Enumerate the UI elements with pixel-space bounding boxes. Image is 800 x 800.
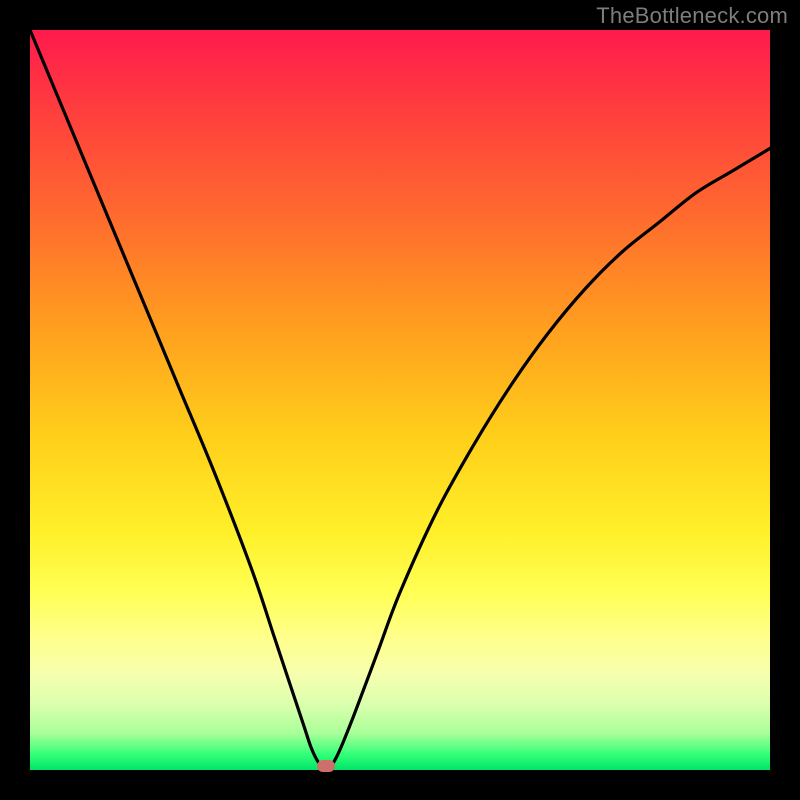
plot-area <box>30 30 770 770</box>
optimal-point-marker <box>317 760 335 772</box>
chart-frame: TheBottleneck.com <box>0 0 800 800</box>
bottleneck-curve <box>30 30 770 770</box>
watermark-text: TheBottleneck.com <box>596 3 788 29</box>
